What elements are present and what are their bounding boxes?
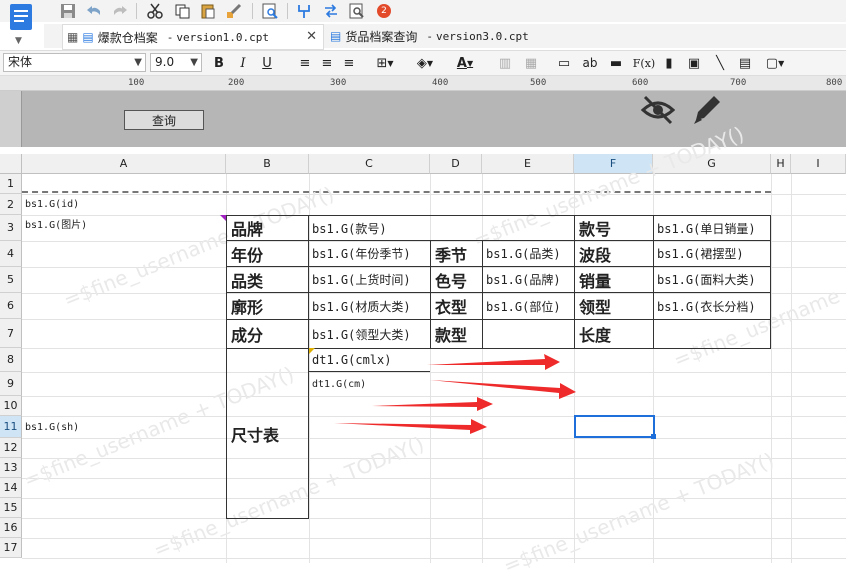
red-arrow-3 (372, 397, 493, 411)
red-arrow-1 (427, 354, 560, 370)
red-arrow-4 (334, 419, 487, 434)
red-arrow-2 (430, 380, 576, 399)
annotation-arrows (334, 354, 576, 434)
